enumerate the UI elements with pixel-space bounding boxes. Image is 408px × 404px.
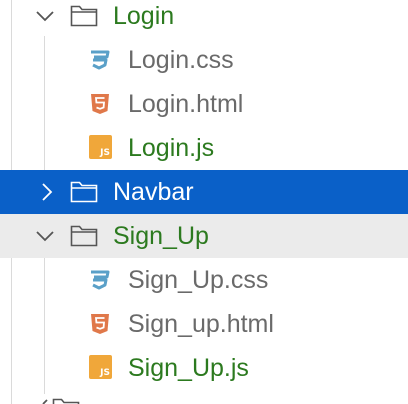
tree-item-login-html[interactable]: Login.html — [0, 82, 408, 126]
chevron-down-icon — [36, 11, 54, 22]
tree-item-navbar-folder[interactable]: Navbar — [0, 170, 408, 214]
folder-icon — [70, 5, 98, 27]
tree-item-login-folder[interactable]: Login — [0, 0, 408, 38]
css-file-icon — [91, 50, 110, 70]
tree-item-label: Navbar — [113, 178, 194, 206]
tree-item-label: Login.html — [128, 90, 244, 118]
tree-item-login-js[interactable]: JS Login.js — [0, 126, 408, 170]
tree-item-partial-folder[interactable] — [0, 394, 408, 404]
tree-item-label: Login.js — [128, 134, 215, 162]
tree-item-sign-up-folder[interactable]: Sign_Up — [0, 214, 408, 258]
file-explorer-tree: Login Login.css Login.html JS Login.js N… — [0, 0, 408, 404]
tree-item-sign-up-html[interactable]: Sign_up.html — [0, 302, 408, 346]
tree-item-label: Sign_Up.css — [128, 266, 269, 294]
tree-item-label: Login.css — [128, 46, 234, 74]
folder-icon — [70, 225, 98, 247]
tree-item-label: Sign_Up — [113, 222, 209, 250]
tree-item-sign-up-js[interactable]: JS Sign_Up.js — [0, 346, 408, 390]
html-file-icon — [91, 94, 109, 114]
chevron-right-icon — [42, 183, 53, 201]
folder-icon — [70, 181, 98, 203]
html-file-icon — [91, 314, 109, 334]
js-file-icon: JS — [89, 135, 112, 159]
js-file-icon: JS — [89, 355, 112, 379]
tree-item-label: Sign_Up.js — [128, 354, 249, 382]
css-file-icon — [91, 270, 110, 290]
tree-item-sign-up-css[interactable]: Sign_Up.css — [0, 258, 408, 302]
chevron-down-icon — [36, 231, 54, 242]
tree-item-label: Sign_up.html — [128, 310, 274, 338]
tree-item-label: Login — [113, 2, 175, 30]
folder-icon — [52, 398, 80, 404]
tree-item-login-css[interactable]: Login.css — [0, 38, 408, 82]
